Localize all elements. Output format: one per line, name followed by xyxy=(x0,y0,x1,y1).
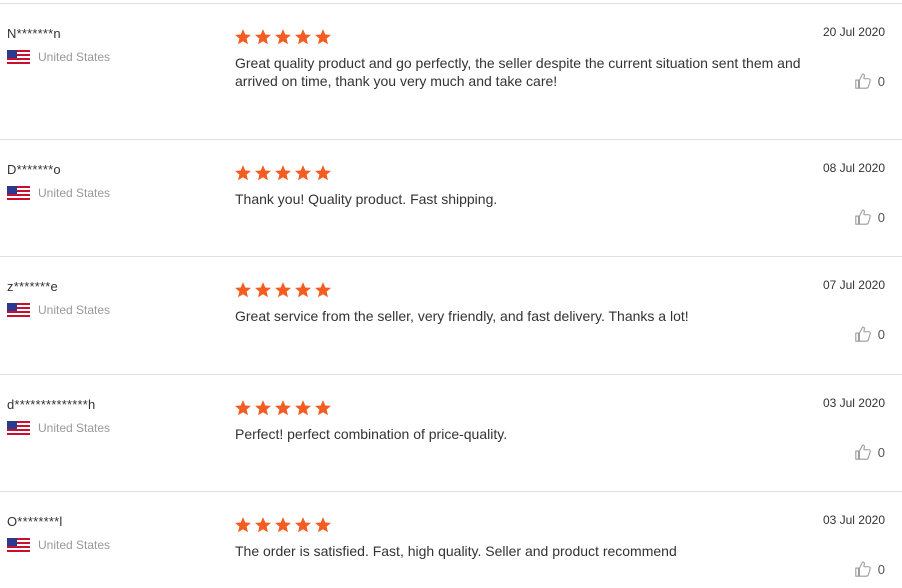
review-text: The order is satisfied. Fast, high quali… xyxy=(235,543,677,559)
review-date: 03 Jul 2020 xyxy=(822,513,885,527)
review-list: N*******n United States Great quality pr… xyxy=(0,0,902,588)
star-rating xyxy=(234,164,332,182)
star-icon xyxy=(235,29,251,45)
reviewer-name: z*******e xyxy=(7,279,58,294)
helpful-count: 0 xyxy=(877,209,885,225)
star-rating xyxy=(234,516,332,534)
thumbs-up-icon[interactable] xyxy=(854,325,872,343)
thumbs-up-icon[interactable] xyxy=(854,208,872,226)
star-icon xyxy=(255,517,271,533)
star-icon xyxy=(235,517,251,533)
review-text: Great service from the seller, very frie… xyxy=(235,308,689,324)
star-icon xyxy=(295,165,311,181)
review-text: Great quality product and go perfectly, … xyxy=(235,55,801,89)
helpful-button[interactable]: 0 xyxy=(854,443,885,461)
helpful-button[interactable]: 0 xyxy=(854,560,885,578)
reviewer-name: d**************h xyxy=(7,397,96,412)
reviewer-country: United States xyxy=(7,421,110,435)
star-rating xyxy=(234,281,332,299)
star-icon xyxy=(295,29,311,45)
helpful-count: 0 xyxy=(877,561,885,577)
review-text: Perfect! perfect combination of price-qu… xyxy=(235,426,508,442)
reviewer-country: United States xyxy=(7,303,110,317)
star-icon xyxy=(315,29,331,45)
reviewer-country: United States xyxy=(7,50,110,64)
star-icon xyxy=(315,165,331,181)
star-icon xyxy=(235,400,251,416)
country-name: United States xyxy=(38,186,111,200)
helpful-count: 0 xyxy=(877,326,885,342)
star-icon xyxy=(295,400,311,416)
reviewer-name: D*******o xyxy=(7,162,61,177)
review-item: O********l United States The order is sa… xyxy=(0,491,902,588)
thumbs-up-icon[interactable] xyxy=(854,72,872,90)
star-icon xyxy=(295,517,311,533)
star-icon xyxy=(255,165,271,181)
star-icon xyxy=(255,282,271,298)
reviewer-country: United States xyxy=(7,186,110,200)
us-flag-icon xyxy=(7,50,30,64)
review-date: 20 Jul 2020 xyxy=(822,25,885,39)
helpful-count: 0 xyxy=(877,444,885,460)
thumbs-up-icon[interactable] xyxy=(854,560,872,578)
helpful-button[interactable]: 0 xyxy=(854,325,885,343)
us-flag-icon xyxy=(7,421,30,435)
star-icon xyxy=(255,400,271,416)
us-flag-icon xyxy=(7,538,30,552)
review-item: D*******o United States Thank you! Quali… xyxy=(0,139,902,256)
star-icon xyxy=(255,29,271,45)
star-icon xyxy=(275,400,291,416)
reviewer-name: O********l xyxy=(7,514,63,529)
reviewer-country: United States xyxy=(7,538,110,552)
star-icon xyxy=(275,282,291,298)
country-name: United States xyxy=(38,421,111,435)
country-name: United States xyxy=(38,303,111,317)
review-item: z*******e United States Great service fr… xyxy=(0,256,902,374)
country-name: United States xyxy=(38,538,111,552)
helpful-button[interactable]: 0 xyxy=(854,208,885,226)
star-icon xyxy=(275,517,291,533)
review-item: d**************h United States Perfect! … xyxy=(0,374,902,491)
star-icon xyxy=(315,517,331,533)
star-icon xyxy=(275,29,291,45)
star-rating xyxy=(234,28,332,46)
us-flag-icon xyxy=(7,186,30,200)
helpful-button[interactable]: 0 xyxy=(854,72,885,90)
helpful-count: 0 xyxy=(877,73,885,89)
review-text: Thank you! Quality product. Fast shippin… xyxy=(235,191,498,207)
reviewer-name: N*******n xyxy=(7,26,61,41)
review-date: 08 Jul 2020 xyxy=(822,161,885,175)
thumbs-up-icon[interactable] xyxy=(854,443,872,461)
star-icon xyxy=(235,282,251,298)
review-date: 03 Jul 2020 xyxy=(822,396,885,410)
star-icon xyxy=(235,165,251,181)
us-flag-icon xyxy=(7,303,30,317)
review-date: 07 Jul 2020 xyxy=(822,278,885,292)
star-icon xyxy=(315,282,331,298)
country-name: United States xyxy=(38,50,111,64)
star-icon xyxy=(275,165,291,181)
star-icon xyxy=(295,282,311,298)
star-rating xyxy=(234,399,332,417)
review-item: N*******n United States Great quality pr… xyxy=(0,3,902,139)
star-icon xyxy=(315,400,331,416)
